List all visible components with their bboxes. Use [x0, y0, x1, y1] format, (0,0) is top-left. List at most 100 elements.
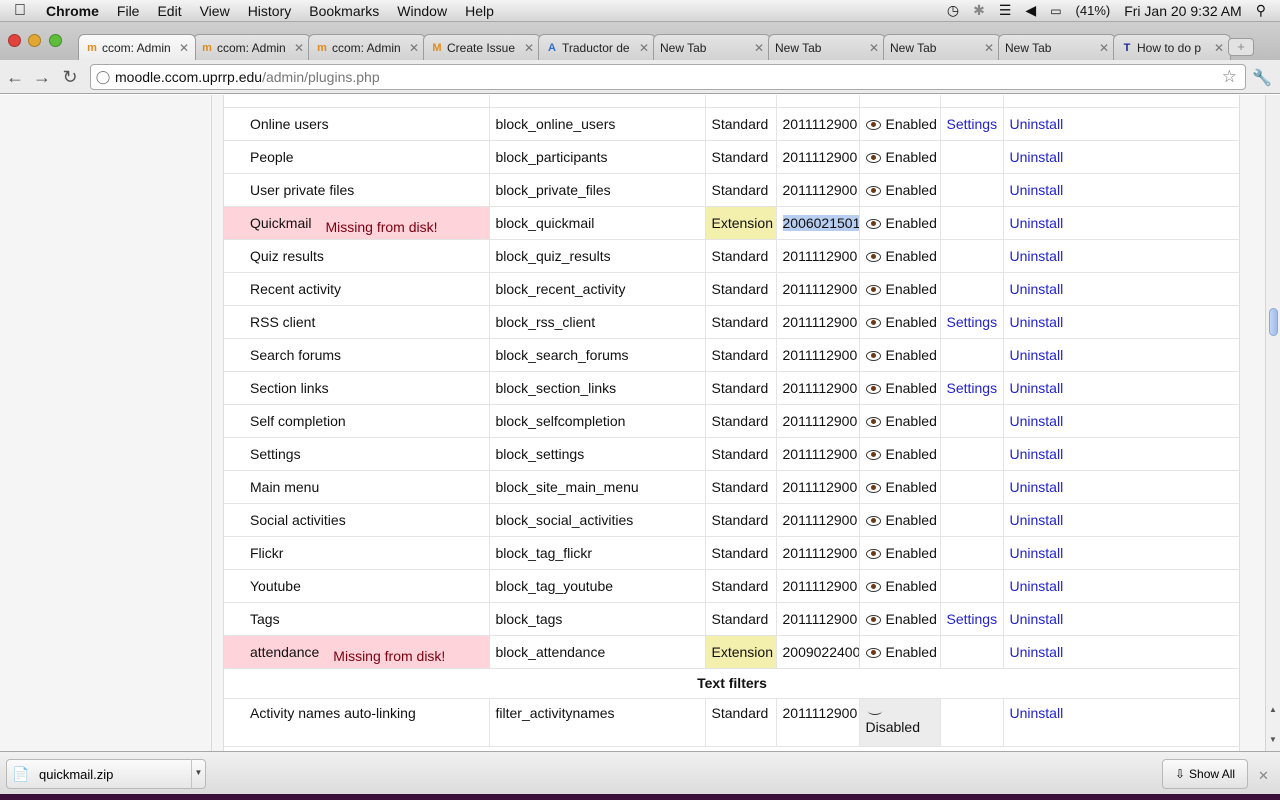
eye-icon[interactable] [865, 482, 881, 493]
volume-icon[interactable]: ◀ [1025, 2, 1036, 19]
plugin-status-cell[interactable]: Enabled [859, 272, 941, 306]
uninstall-link[interactable]: Uninstall [1010, 512, 1064, 528]
plugin-status-cell[interactable]: Enabled [859, 536, 941, 570]
uninstall-link[interactable]: Uninstall [1010, 149, 1064, 165]
plugin-status-label[interactable]: Enabled [886, 446, 937, 462]
tab-close-icon[interactable]: ✕ [524, 41, 534, 55]
clock[interactable]: Fri Jan 20 9:32 AM [1124, 3, 1242, 19]
plugin-status-label[interactable]: Enabled [886, 347, 937, 363]
eye-icon[interactable] [865, 185, 881, 196]
plugin-status-cell[interactable]: Enabled [859, 503, 941, 537]
menu-bookmarks[interactable]: Bookmarks [300, 3, 388, 19]
browser-tab[interactable]: T How to do p ✕ [1113, 34, 1231, 60]
uninstall-link[interactable]: Uninstall [1010, 347, 1064, 363]
plugin-status-label[interactable]: Enabled [886, 248, 937, 264]
eye-icon[interactable] [865, 383, 881, 394]
plugin-status-label[interactable]: Enabled [886, 215, 937, 231]
eye-icon[interactable] [865, 647, 881, 658]
plugin-status-cell[interactable]: Enabled [859, 305, 941, 339]
eye-icon[interactable] [865, 614, 881, 625]
plugin-status-cell[interactable]: Enabled [859, 206, 941, 240]
uninstall-link[interactable]: Uninstall [1010, 182, 1064, 198]
browser-tab[interactable]: m ccom: Admin ✕ [193, 34, 311, 60]
plugin-status-label[interactable]: Enabled [886, 380, 937, 396]
plugin-status-label[interactable]: Enabled [886, 182, 937, 198]
tab-close-icon[interactable]: ✕ [984, 41, 994, 55]
download-menu-caret-icon[interactable]: ▼ [191, 759, 205, 789]
uninstall-link[interactable]: Uninstall [1010, 611, 1064, 627]
new-tab-button[interactable]: + [1228, 38, 1254, 56]
tab-close-icon[interactable]: ✕ [869, 41, 879, 55]
download-item[interactable]: 📄 quickmail.zip ▼ [6, 759, 206, 789]
eye-icon[interactable] [865, 416, 881, 427]
time-machine-icon[interactable]: ◷ [947, 2, 959, 19]
eye-icon[interactable] [865, 581, 881, 592]
plugin-status-label[interactable]: Enabled [886, 578, 937, 594]
wifi-icon[interactable]: ☰ [999, 2, 1012, 19]
battery-icon[interactable]: ▭ [1050, 4, 1061, 18]
browser-tab[interactable]: New Tab ✕ [883, 34, 1001, 60]
plugin-status-cell[interactable]: Enabled [859, 140, 941, 174]
eye-icon[interactable] [865, 152, 881, 163]
eye-icon[interactable] [865, 548, 881, 559]
menu-window[interactable]: Window [388, 3, 456, 19]
closed-eye-icon[interactable] [867, 707, 882, 715]
uninstall-link[interactable]: Uninstall [1010, 644, 1064, 660]
apple-menu-icon[interactable]:  [0, 2, 40, 20]
scroll-down-arrow[interactable]: ▼ [1269, 735, 1277, 744]
plugin-status-cell[interactable]: Enabled [859, 338, 941, 372]
uninstall-link[interactable]: Uninstall [1010, 380, 1064, 396]
menu-help[interactable]: Help [456, 3, 503, 19]
plugin-status-label[interactable]: Enabled [886, 314, 937, 330]
plugin-status-cell[interactable]: Enabled [859, 437, 941, 471]
scrollbar-thumb[interactable] [1269, 308, 1278, 336]
plugin-status-label[interactable]: Enabled [886, 545, 937, 561]
menu-history[interactable]: History [239, 3, 301, 19]
back-button[interactable]: ← [5, 67, 25, 87]
plugin-status-label[interactable]: Enabled [886, 611, 937, 627]
browser-tab[interactable]: New Tab ✕ [998, 34, 1116, 60]
show-all-downloads-button[interactable]: ⇩ Show All [1162, 759, 1248, 789]
uninstall-link[interactable]: Uninstall [1010, 446, 1064, 462]
plugin-status-label[interactable]: Enabled [886, 116, 937, 132]
vertical-scrollbar[interactable]: ▲ ▼ [1265, 95, 1280, 751]
plugin-status-label[interactable]: Enabled [886, 479, 937, 495]
plugin-status-cell[interactable]: Disabled [859, 698, 941, 747]
browser-tab[interactable]: M Create Issue ✕ [423, 34, 541, 60]
bookmark-star-icon[interactable]: ☆ [1222, 67, 1245, 87]
plugin-status-cell[interactable]: Enabled [859, 635, 941, 669]
menu-edit[interactable]: Edit [148, 3, 190, 19]
plugin-status-label[interactable]: Enabled [886, 281, 937, 297]
plugin-status-label[interactable]: Enabled [886, 413, 937, 429]
plugin-status-label[interactable]: Enabled [886, 644, 937, 660]
close-window-icon[interactable] [8, 34, 21, 47]
plugin-status-cell[interactable]: Enabled [859, 107, 941, 141]
eye-icon[interactable] [865, 515, 881, 526]
uninstall-link[interactable]: Uninstall [1010, 116, 1064, 132]
wrench-menu-icon[interactable]: 🔧 [1252, 68, 1272, 88]
plugin-status-cell[interactable]: Enabled [859, 602, 941, 636]
scroll-up-arrow[interactable]: ▲ [1269, 705, 1277, 714]
plugin-status-cell[interactable]: Enabled [859, 404, 941, 438]
plugin-status-label[interactable]: Disabled [866, 719, 920, 735]
eye-icon[interactable] [865, 251, 881, 262]
browser-tab[interactable]: m ccom: Admin ✕ [78, 34, 196, 60]
address-bar[interactable]: ◯ moodle.ccom.uprrp.edu/admin/plugins.ph… [90, 64, 1246, 90]
uninstall-link[interactable]: Uninstall [1010, 705, 1064, 721]
eye-icon[interactable] [865, 449, 881, 460]
settings-link[interactable]: Settings [947, 380, 998, 396]
plugin-status-cell[interactable]: Enabled [859, 239, 941, 273]
tab-close-icon[interactable]: ✕ [409, 41, 419, 55]
page-info-icon[interactable]: ◯ [91, 69, 115, 85]
tab-close-icon[interactable]: ✕ [754, 41, 764, 55]
plugin-status-cell[interactable]: Enabled [859, 173, 941, 207]
menu-app-name[interactable]: Chrome [40, 3, 108, 19]
settings-link[interactable]: Settings [947, 116, 998, 132]
settings-link[interactable]: Settings [947, 611, 998, 627]
close-shelf-icon[interactable]: ✕ [1258, 768, 1269, 784]
uninstall-link[interactable]: Uninstall [1010, 413, 1064, 429]
tab-close-icon[interactable]: ✕ [639, 41, 649, 55]
menu-view[interactable]: View [191, 3, 239, 19]
uninstall-link[interactable]: Uninstall [1010, 479, 1064, 495]
tab-close-icon[interactable]: ✕ [294, 41, 304, 55]
